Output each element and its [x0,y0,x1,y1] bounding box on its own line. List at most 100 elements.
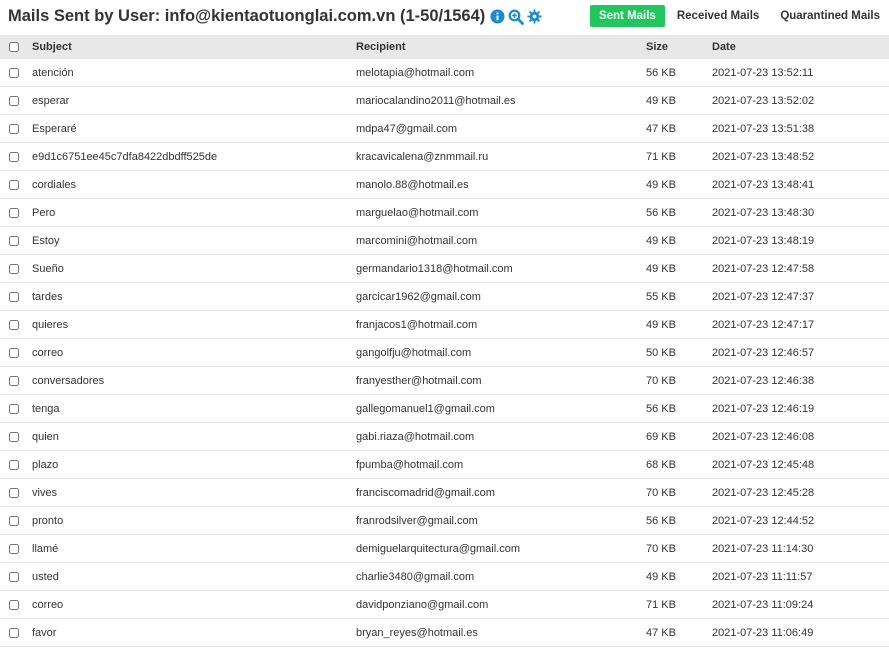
row-subject[interactable]: correo [24,590,356,619]
row-checkbox-cell [0,226,24,255]
row-checkbox-cell [0,394,24,423]
row-checkbox[interactable] [9,291,19,302]
row-size: 47 KB [646,618,712,647]
page-title-text: Mails Sent by User: info@kientaotuonglai… [8,7,486,25]
row-subject[interactable]: plazo [24,450,356,479]
table-row[interactable]: vives franciscomadrid@gmail.com 70 KB 2021-… [0,478,889,507]
row-checkbox[interactable] [9,263,19,274]
row-size: 50 KB [646,338,712,367]
row-checkbox[interactable] [9,515,19,526]
row-date: 2021-07-23 11:14:30 [712,534,889,563]
row-checkbox[interactable] [9,151,19,162]
table-row[interactable]: tardes garcicar1962@gmail.com 55 KB 2021-07… [0,282,889,311]
table-row[interactable]: Pero marguelao@hotmail.com 56 KB 2021-07-23… [0,198,889,227]
row-subject[interactable]: correo [24,338,356,367]
row-checkbox-cell [0,562,24,591]
table-row[interactable]: correo davidponziano@gmail.com 71 KB 2021-0… [0,590,889,619]
table-row[interactable]: quien gabi.riaza@hotmail.com 69 KB 2021-07-… [0,422,889,451]
table-row[interactable]: pronto franrodsilver@gmail.com 56 KB 2021-0… [0,506,889,535]
row-recipient: marcomini@hotmail.com [356,226,646,255]
row-checkbox[interactable] [9,403,19,414]
column-recipient[interactable]: Recipient [356,35,646,59]
table-row[interactable]: plazo fpumba@hotmail.com 68 KB 2021-07-23 1… [0,450,889,479]
table-row[interactable]: cordiales manolo.88@hotmail.es 49 KB 2021-0… [0,170,889,199]
row-checkbox[interactable] [9,67,19,78]
table-row[interactable]: llamé demiguelarquitectura@gmail.com 70 KB… [0,534,889,563]
row-checkbox[interactable] [9,123,19,134]
row-date: 2021-07-23 12:46:08 [712,422,889,451]
table-row[interactable]: usted charlie3480@gmail.com 49 KB 2021-07-2… [0,562,889,591]
row-subject[interactable]: atención [24,59,356,87]
row-subject[interactable]: cordiales [24,170,356,199]
row-subject[interactable]: quien [24,422,356,451]
row-size: 71 KB [646,590,712,619]
row-recipient: gallegomanuel1@gmail.com [356,394,646,423]
row-recipient: kracavicalena@znmmail.ru [356,142,646,171]
gear-icon[interactable] [527,9,542,24]
row-subject[interactable]: favor [24,618,356,647]
row-checkbox[interactable] [9,459,19,470]
column-date[interactable]: Date [712,35,889,59]
row-subject[interactable]: llamé [24,534,356,563]
row-size: 68 KB [646,450,712,479]
row-subject[interactable]: e9d1c6751ee45c7dfa8422dbdff525de [24,142,356,171]
tab-received-mails[interactable]: Received Mails [668,6,768,26]
row-checkbox[interactable] [9,375,19,386]
row-checkbox[interactable] [9,207,19,218]
row-subject[interactable]: quieres [24,310,356,339]
row-date: 2021-07-23 13:52:11 [712,59,889,87]
table-row[interactable]: tenga gallegomanuel1@gmail.com 56 KB 2021-0… [0,394,889,423]
row-checkbox[interactable] [9,179,19,190]
row-checkbox[interactable] [9,319,19,330]
column-size[interactable]: Size [646,35,712,59]
row-subject[interactable]: tardes [24,282,356,311]
row-subject[interactable]: Sueño [24,254,356,283]
tab-sent-mails[interactable]: Sent Mails [589,5,665,27]
row-checkbox[interactable] [9,431,19,442]
row-subject[interactable]: tenga [24,394,356,423]
table-row[interactable]: Estoy marcomini@hotmail.com 49 KB 2021-07-2… [0,226,889,255]
row-subject[interactable]: esperar [24,86,356,115]
table-row[interactable]: e9d1c6751ee45c7dfa8422dbdff525de kracavic… [0,142,889,171]
row-checkbox-cell [0,86,24,115]
row-checkbox-cell [0,618,24,647]
row-subject[interactable]: pronto [24,506,356,535]
row-checkbox[interactable] [9,571,19,582]
row-checkbox[interactable] [9,347,19,358]
row-checkbox-cell [0,142,24,171]
row-subject[interactable]: conversadores [24,366,356,395]
row-date: 2021-07-23 13:48:19 [712,226,889,255]
table-row[interactable]: conversadores franyesther@hotmail.com 70 K… [0,366,889,395]
row-subject[interactable]: Pero [24,198,356,227]
row-checkbox[interactable] [9,235,19,246]
row-checkbox-cell [0,450,24,479]
search-zoom-icon[interactable] [508,9,525,25]
row-subject[interactable]: usted [24,562,356,591]
row-date: 2021-07-23 12:47:58 [712,254,889,283]
table-row[interactable]: atención melotapia@hotmail.com 56 KB 2021-0… [0,59,889,87]
table-row[interactable]: quieres franjacos1@hotmail.com 49 KB 2021-0… [0,310,889,339]
table-row[interactable]: esperar mariocalandino2011@hotmail.es 49 K… [0,86,889,115]
column-subject[interactable]: Subject [24,35,356,59]
row-checkbox[interactable] [9,95,19,106]
row-size: 49 KB [646,226,712,255]
row-checkbox[interactable] [9,487,19,498]
table-row[interactable]: Esperaré mdpa47@gmail.com 47 KB 2021-07-23 … [0,114,889,143]
select-all-checkbox[interactable] [9,42,19,53]
row-subject[interactable]: Esperaré [24,114,356,143]
table-row[interactable]: favor bryan_reyes@hotmail.es 47 KB 2021-07-… [0,618,889,647]
row-subject[interactable]: vives [24,478,356,507]
row-checkbox[interactable] [9,543,19,554]
row-date: 2021-07-23 11:11:57 [712,562,889,591]
table-row[interactable]: Sueño germandario1318@hotmail.com 49 KB 202… [0,254,889,283]
row-checkbox-cell [0,282,24,311]
row-date: 2021-07-23 11:06:49 [712,618,889,647]
row-subject[interactable]: Estoy [24,226,356,255]
row-recipient: gabi.riaza@hotmail.com [356,422,646,451]
row-checkbox[interactable] [9,627,19,638]
tab-quarantined-mails[interactable]: Quarantined Mails [771,6,889,26]
info-icon[interactable] [490,9,505,24]
row-recipient: franyesther@hotmail.com [356,366,646,395]
row-checkbox[interactable] [9,599,19,610]
table-row[interactable]: correo gangolfju@hotmail.com 50 KB 2021-07-… [0,338,889,367]
